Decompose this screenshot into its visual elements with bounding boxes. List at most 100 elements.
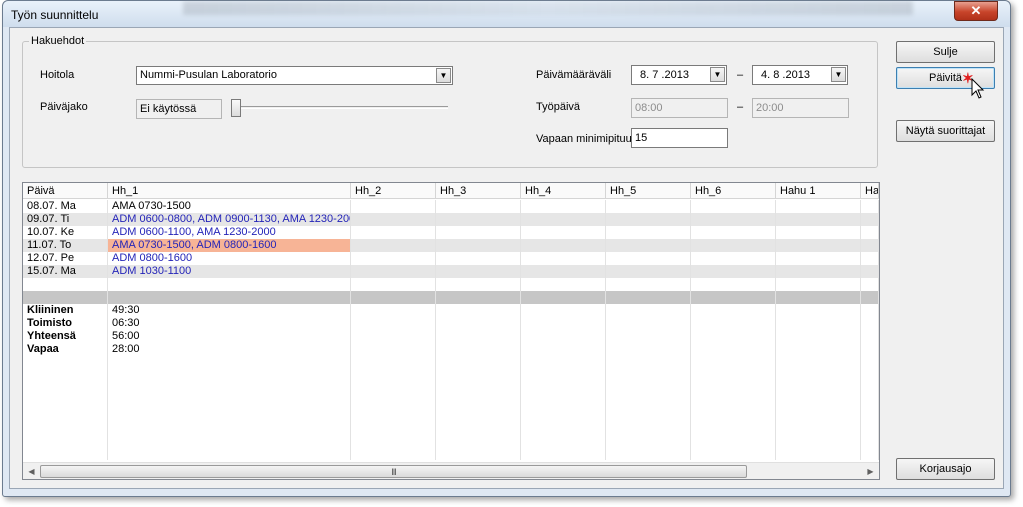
table-cell[interactable] xyxy=(861,395,879,408)
table-cell[interactable]: 11.07. To xyxy=(23,239,108,252)
table-cell[interactable] xyxy=(606,200,691,213)
show-performers-button[interactable]: Näytä suorittajat xyxy=(896,120,995,142)
table-cell[interactable] xyxy=(436,278,521,291)
table-row[interactable] xyxy=(23,278,879,291)
table-cell[interactable] xyxy=(606,408,691,421)
table-cell[interactable] xyxy=(861,330,879,343)
table-row[interactable]: 10.07. Ke ADM 0600-1100, AMA 1230-2000 xyxy=(23,226,879,239)
table-cell[interactable]: ADM 0600-0800, ADM 0900-1130, AMA 1230-2… xyxy=(108,213,351,226)
table-row[interactable]: 11.07. To AMA 0730-1500, ADM 0800-1600 xyxy=(23,239,879,252)
scroll-left-icon[interactable]: ◀ xyxy=(23,463,40,479)
table-cell[interactable] xyxy=(691,304,776,317)
table-cell[interactable] xyxy=(436,447,521,460)
table-cell[interactable] xyxy=(861,226,879,239)
table-cell[interactable] xyxy=(108,421,351,434)
table-cell[interactable]: ADM 0600-1100, AMA 1230-2000 xyxy=(108,226,351,239)
table-cell[interactable] xyxy=(776,278,861,291)
empty-row[interactable] xyxy=(23,447,879,460)
table-cell[interactable] xyxy=(521,213,606,226)
table-cell[interactable] xyxy=(861,278,879,291)
table-cell[interactable]: 28:00 xyxy=(108,343,351,356)
correction-run-button[interactable]: Korjausajo xyxy=(896,458,995,480)
table-cell[interactable] xyxy=(691,291,776,304)
table-cell[interactable] xyxy=(521,369,606,382)
table-cell[interactable] xyxy=(606,447,691,460)
table-cell[interactable] xyxy=(521,447,606,460)
table-cell[interactable] xyxy=(351,239,436,252)
table-cell[interactable] xyxy=(861,200,879,213)
table-cell[interactable] xyxy=(776,343,861,356)
table-cell[interactable] xyxy=(23,382,108,395)
table-cell[interactable] xyxy=(108,447,351,460)
table-cell[interactable] xyxy=(606,239,691,252)
table-cell[interactable]: 10.07. Ke xyxy=(23,226,108,239)
table-cell[interactable] xyxy=(436,291,521,304)
table-cell[interactable] xyxy=(776,369,861,382)
table-cell[interactable] xyxy=(606,265,691,278)
table-cell[interactable] xyxy=(606,252,691,265)
chevron-down-icon[interactable]: ▼ xyxy=(831,67,846,82)
table-cell[interactable] xyxy=(521,291,606,304)
table-cell[interactable] xyxy=(521,434,606,447)
table-cell[interactable] xyxy=(606,291,691,304)
table-cell[interactable] xyxy=(691,421,776,434)
table-cell[interactable] xyxy=(436,265,521,278)
table-cell[interactable] xyxy=(776,356,861,369)
table-cell[interactable] xyxy=(776,421,861,434)
table-cell[interactable] xyxy=(606,317,691,330)
table-cell[interactable] xyxy=(606,278,691,291)
table-cell[interactable] xyxy=(691,200,776,213)
table-cell[interactable] xyxy=(691,447,776,460)
table-cell[interactable] xyxy=(776,447,861,460)
table-cell[interactable] xyxy=(606,369,691,382)
table-cell[interactable] xyxy=(776,317,861,330)
table-cell[interactable]: Kliininen xyxy=(23,304,108,317)
table-cell[interactable] xyxy=(351,304,436,317)
table-cell[interactable] xyxy=(861,291,879,304)
table-cell[interactable] xyxy=(776,382,861,395)
table-cell[interactable]: 56:00 xyxy=(108,330,351,343)
scroll-thumb[interactable]: III xyxy=(40,465,747,478)
empty-row[interactable] xyxy=(23,382,879,395)
table-cell[interactable] xyxy=(351,369,436,382)
table-cell[interactable] xyxy=(23,447,108,460)
table-row[interactable]: 08.07. Ma AMA 0730-1500 xyxy=(23,200,879,213)
table-cell[interactable] xyxy=(521,239,606,252)
table-cell[interactable] xyxy=(436,382,521,395)
table-cell[interactable] xyxy=(861,447,879,460)
table-cell[interactable] xyxy=(861,239,879,252)
table-cell[interactable] xyxy=(521,278,606,291)
table-cell[interactable] xyxy=(691,239,776,252)
chevron-down-icon[interactable]: ▼ xyxy=(710,67,725,82)
table-cell[interactable]: 49:30 xyxy=(108,304,351,317)
table-cell[interactable] xyxy=(861,434,879,447)
table-cell[interactable] xyxy=(776,408,861,421)
table-cell[interactable]: Toimisto xyxy=(23,317,108,330)
table-cell[interactable]: Vapaa xyxy=(23,343,108,356)
close-button[interactable]: Sulje xyxy=(896,41,995,63)
column-header[interactable]: Hh_2 xyxy=(351,183,436,199)
table-row[interactable]: 09.07. Ti ADM 0600-0800, ADM 0900-1130, A… xyxy=(23,213,879,226)
table-cell[interactable]: Yhteensä xyxy=(23,330,108,343)
table-cell[interactable] xyxy=(606,304,691,317)
column-header[interactable]: Päivä xyxy=(23,183,108,199)
table-cell[interactable] xyxy=(521,421,606,434)
table-cell[interactable] xyxy=(521,265,606,278)
table-cell[interactable] xyxy=(521,356,606,369)
table-cell[interactable] xyxy=(691,343,776,356)
paivajako-slider-track[interactable] xyxy=(231,106,448,109)
table-cell[interactable] xyxy=(436,213,521,226)
column-header[interactable]: Ha xyxy=(861,183,879,199)
table-cell[interactable] xyxy=(521,408,606,421)
column-header[interactable]: Hahu 1 xyxy=(776,183,861,199)
hoitola-select[interactable]: Nummi-Pusulan Laboratorio ▼ xyxy=(136,66,453,85)
table-cell[interactable] xyxy=(351,291,436,304)
table-cell[interactable] xyxy=(351,226,436,239)
table-cell[interactable] xyxy=(521,304,606,317)
table-cell[interactable] xyxy=(351,265,436,278)
table-cell[interactable] xyxy=(691,265,776,278)
horizontal-scrollbar[interactable]: ◀ III ▶ xyxy=(23,462,879,479)
table-cell[interactable] xyxy=(351,252,436,265)
table-row[interactable]: 15.07. Ma ADM 1030-1100 xyxy=(23,265,879,278)
table-cell[interactable] xyxy=(691,408,776,421)
